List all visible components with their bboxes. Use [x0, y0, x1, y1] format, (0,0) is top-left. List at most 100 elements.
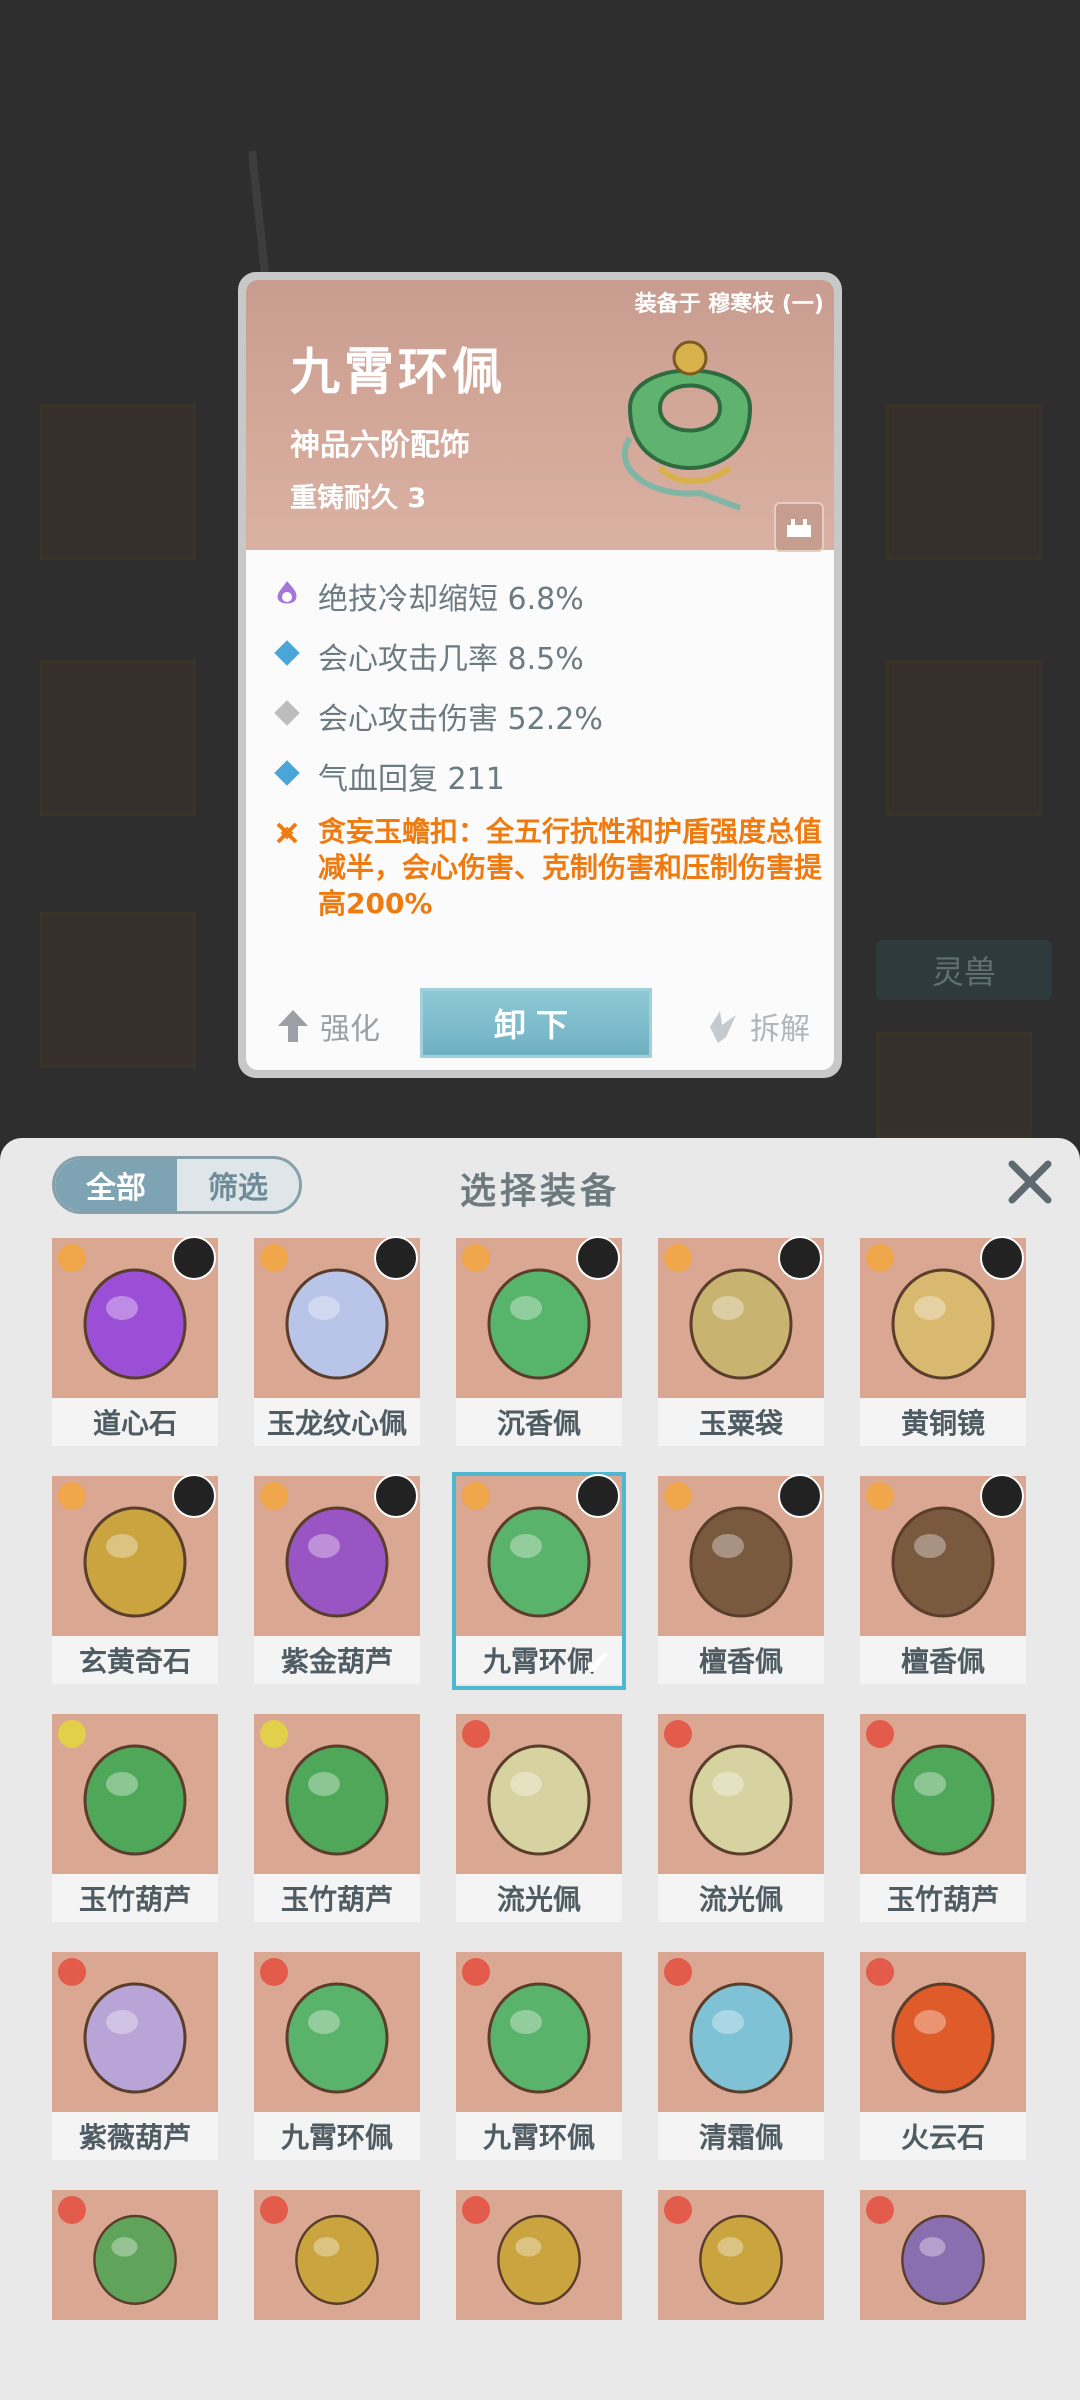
element-icon — [866, 1958, 894, 1986]
equipment-name: 檀香佩 — [860, 1636, 1026, 1684]
element-icon — [866, 2196, 894, 2224]
equipment-name: 九霄环佩 — [456, 2112, 622, 2160]
stat-row: 绝技冷却缩短 6.8% — [272, 574, 584, 618]
element-icon — [462, 1958, 490, 1986]
equipment-slot[interactable]: 玉龙纹心佩 — [254, 1236, 420, 1448]
equipment-slot[interactable] — [254, 2190, 420, 2320]
element-icon — [260, 1958, 288, 1986]
equipment-slot[interactable] — [456, 2190, 622, 2320]
element-icon — [58, 1720, 86, 1748]
element-icon — [664, 1244, 692, 1272]
element-icon — [58, 1244, 86, 1272]
equipment-slot[interactable]: 流光佩 — [658, 1714, 824, 1924]
element-icon — [58, 2196, 86, 2224]
stat-row: 会心攻击几率 8.5% — [272, 634, 584, 678]
equipment-slot[interactable] — [658, 2190, 824, 2320]
equipment-slot[interactable]: 黄铜镜 — [860, 1236, 1026, 1448]
stat-text: 会心攻击伤害 52.2% — [318, 702, 603, 737]
select-equipment-panel: 全部 筛选 选择装备 道心石 玉龙纹心佩 沉香佩 玉粟袋 黄铜镜 玄黄奇石 紫金葫芦 九霄环佩… — [0, 1138, 1080, 2400]
element-icon — [664, 1720, 692, 1748]
owner-avatar — [778, 1474, 822, 1518]
arrow-up-icon — [278, 1010, 308, 1042]
equipment-slot[interactable]: 九霄环佩 — [456, 1952, 622, 2162]
owner-avatar — [374, 1474, 418, 1518]
flame-purple-icon — [272, 578, 302, 608]
diamond-gray-icon — [272, 698, 302, 728]
equipment-slot[interactable]: 玉竹葫芦 — [860, 1714, 1026, 1924]
equipment-slot[interactable]: 玉粟袋 — [658, 1236, 824, 1448]
equipment-name: 玉竹葫芦 — [860, 1874, 1026, 1922]
equipment-slot[interactable]: 火云石 — [860, 1952, 1026, 2162]
skill-description: 贪妄玉蟾扣：全五行抗性和护盾强度总值减半，会心伤害、克制伤害和压制伤害提高200… — [318, 815, 823, 920]
equipment-slot[interactable]: 流光佩 — [456, 1714, 622, 1924]
element-icon — [462, 1482, 490, 1510]
strengthen-label: 强化 — [320, 1012, 380, 1047]
element-icon — [664, 1482, 692, 1510]
element-icon — [260, 1482, 288, 1510]
reforge-durability: 重铸耐久 3 — [290, 483, 427, 514]
equipment-name: 紫金葫芦 — [254, 1636, 420, 1684]
stat-row: 气血回复 211 — [272, 754, 505, 798]
background-slot — [886, 660, 1042, 816]
equipment-name: 流光佩 — [456, 1874, 622, 1922]
owner-avatar — [172, 1474, 216, 1518]
equipment-slot[interactable]: 檀香佩 — [658, 1474, 824, 1686]
owner-avatar — [172, 1236, 216, 1280]
background-slot — [886, 404, 1042, 560]
owner-avatar — [576, 1236, 620, 1280]
diamond-blue-icon — [272, 638, 302, 668]
dismantle-button[interactable]: 拆解 — [706, 1004, 810, 1048]
lock-icon[interactable] — [774, 502, 824, 552]
element-icon — [664, 2196, 692, 2224]
dismantle-icon — [710, 1011, 736, 1043]
equipment-name: 玉龙纹心佩 — [254, 1398, 420, 1446]
element-icon — [664, 1958, 692, 1986]
stat-text: 气血回复 211 — [318, 762, 505, 797]
item-grade: 神品六阶配饰 — [290, 428, 470, 463]
equipment-name: 檀香佩 — [658, 1636, 824, 1684]
equipment-name: 九霄环佩 — [254, 2112, 420, 2160]
equipment-slot[interactable]: 紫薇葫芦 — [52, 1952, 218, 2162]
background-slot — [40, 404, 196, 560]
element-icon — [866, 1244, 894, 1272]
card-header: 装备于 穆寒枝 (一) 九霄环佩 神品六阶配饰 重铸耐久 3 — [246, 280, 834, 552]
equipment-slot[interactable] — [52, 2190, 218, 2320]
stat-text: 绝技冷却缩短 6.8% — [318, 582, 584, 617]
equipment-slot[interactable]: 玄黄奇石 — [52, 1474, 218, 1686]
background-slot — [876, 1032, 1032, 1138]
strengthen-button[interactable]: 强化 — [276, 1004, 380, 1048]
card-actions: 强化 卸下 拆解 — [246, 974, 834, 1070]
owner-avatar — [980, 1236, 1024, 1280]
stat-text: 会心攻击几率 8.5% — [318, 642, 584, 677]
equipment-slot[interactable] — [860, 2190, 1026, 2320]
equipment-slot[interactable]: 沉香佩 — [456, 1236, 622, 1448]
item-name: 九霄环佩 — [290, 342, 506, 401]
equipment-slot[interactable]: 玉竹葫芦 — [52, 1714, 218, 1924]
equipment-slot[interactable]: 紫金葫芦 — [254, 1474, 420, 1686]
equipment-slot[interactable]: 清霜佩 — [658, 1952, 824, 2162]
element-icon — [462, 2196, 490, 2224]
equipment-slot[interactable]: 九霄环佩 ✔ — [456, 1474, 622, 1686]
equipment-name: 玉竹葫芦 — [254, 1874, 420, 1922]
owner-avatar — [980, 1474, 1024, 1518]
equipment-name: 紫薇葫芦 — [52, 2112, 218, 2160]
equipment-name: 玄黄奇石 — [52, 1636, 218, 1684]
dismantle-label: 拆解 — [750, 1012, 810, 1047]
element-icon — [866, 1720, 894, 1748]
element-icon — [58, 1482, 86, 1510]
skill-row: 贪妄玉蟾扣：全五行抗性和护盾强度总值减半，会心伤害、克制伤害和压制伤害提高200… — [272, 814, 834, 922]
close-icon[interactable] — [1004, 1156, 1056, 1208]
owner-avatar — [374, 1236, 418, 1280]
equipped-by-label: 装备于 穆寒枝 (一) — [634, 292, 824, 317]
equipment-name: 玉竹葫芦 — [52, 1874, 218, 1922]
equipment-name: 沉香佩 — [456, 1398, 622, 1446]
equipment-name: 流光佩 — [658, 1874, 824, 1922]
stat-row: 会心攻击伤害 52.2% — [272, 694, 603, 738]
unequip-button[interactable]: 卸下 — [420, 988, 652, 1058]
equipment-slot[interactable]: 玉竹葫芦 — [254, 1714, 420, 1924]
owner-avatar — [778, 1236, 822, 1280]
equipment-slot[interactable]: 檀香佩 — [860, 1474, 1026, 1686]
equipment-slot[interactable]: 九霄环佩 — [254, 1952, 420, 2162]
element-icon — [260, 1244, 288, 1272]
equipment-slot[interactable]: 道心石 — [52, 1236, 218, 1448]
